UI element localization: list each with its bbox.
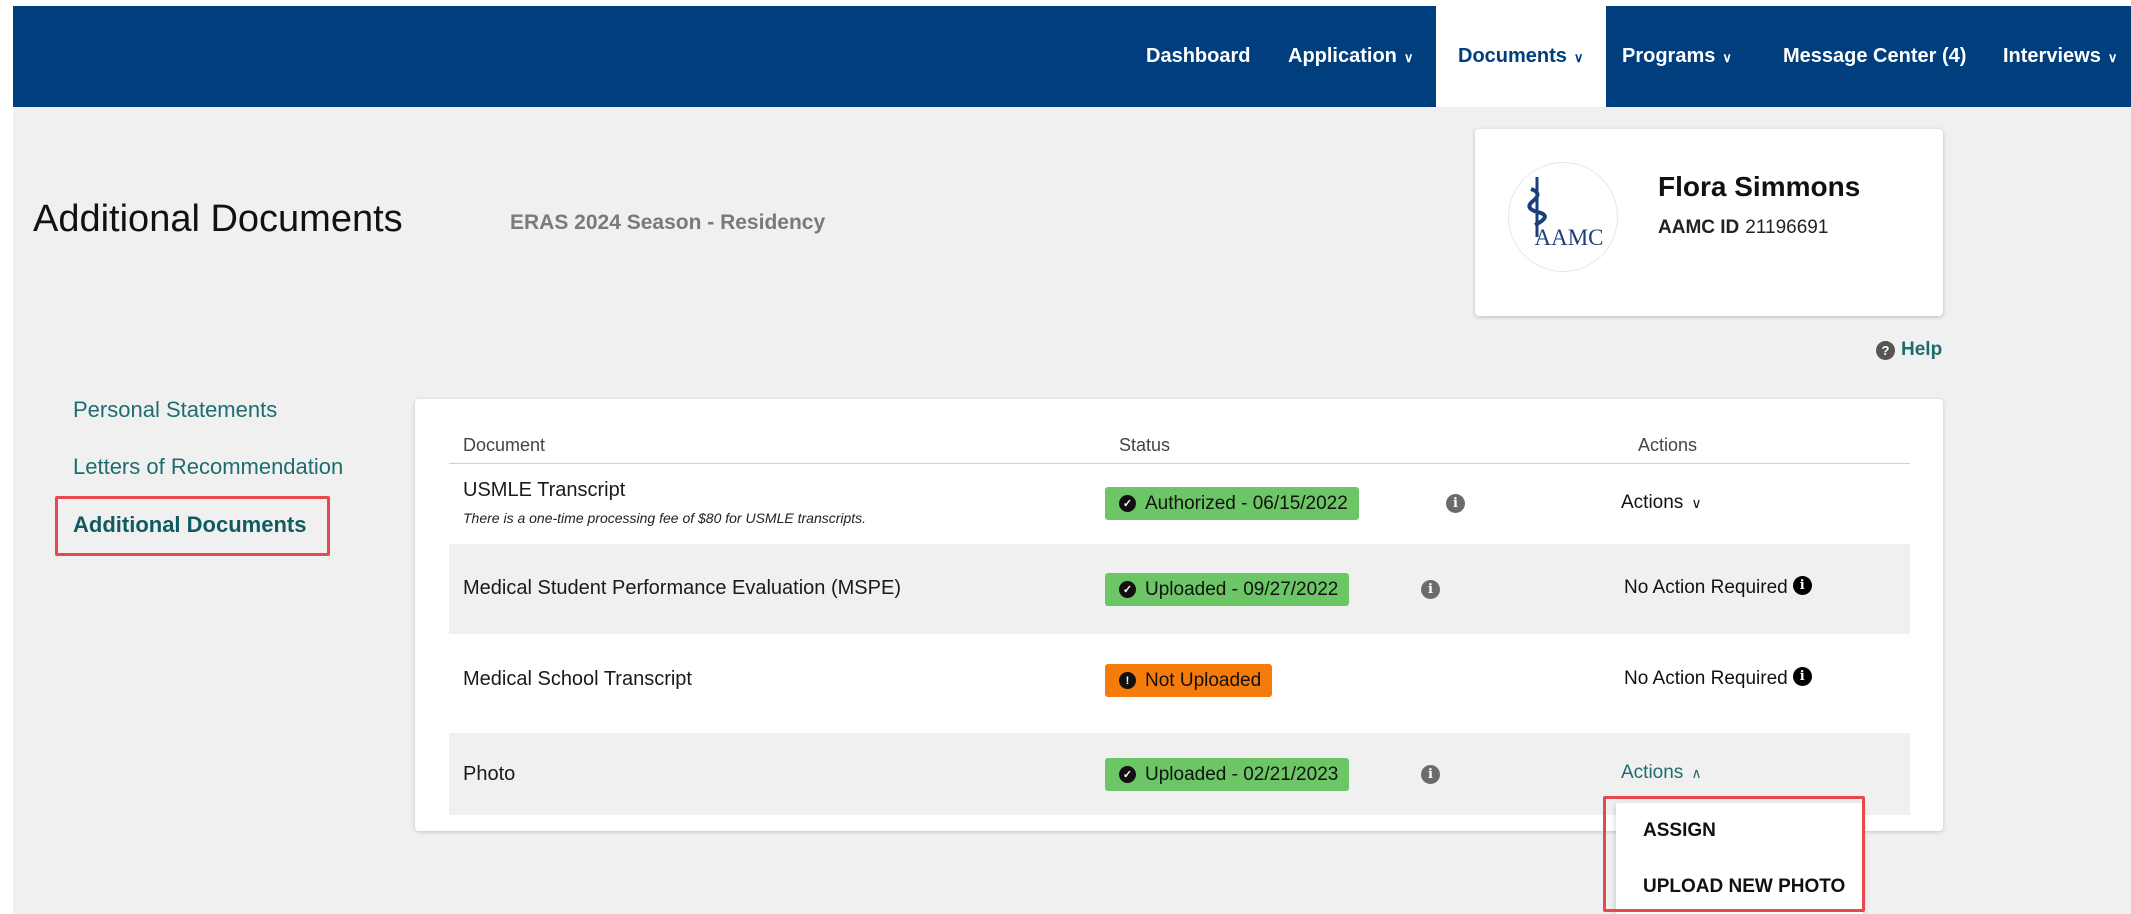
status-badge: ! Not Uploaded bbox=[1105, 664, 1273, 697]
profile-id-value: 21196691 bbox=[1745, 217, 1829, 238]
season-label: ERAS 2024 Season - Residency bbox=[510, 211, 826, 234]
chevron-down-icon: ∨ bbox=[1722, 49, 1732, 65]
status-badge: ✓ Uploaded - 02/21/2023 bbox=[1105, 758, 1350, 791]
document-name: Photo bbox=[463, 763, 516, 785]
action-label: No Action Required bbox=[1624, 577, 1788, 598]
column-header-status: Status bbox=[1119, 435, 1171, 455]
nav-programs[interactable]: Programs ∨ bbox=[1622, 6, 1732, 107]
info-circle-icon[interactable]: i bbox=[1446, 494, 1465, 513]
nav-documents[interactable]: Documents ∨ bbox=[1436, 6, 1606, 107]
nav-dashboard[interactable]: Dashboard bbox=[1146, 6, 1250, 107]
info-circle-icon[interactable]: i bbox=[1421, 765, 1440, 784]
no-action-required: No Action Required i bbox=[1624, 666, 1812, 690]
chevron-down-icon: ∨ bbox=[1691, 494, 1702, 511]
nav-documents-label: Documents bbox=[1458, 45, 1567, 67]
season-selector[interactable]: ERAS 2024 Season - Residency bbox=[510, 211, 825, 235]
svg-text:AAMC: AAMC bbox=[1534, 225, 1603, 250]
nav-interviews[interactable]: Interviews ∨ bbox=[2003, 6, 2117, 107]
profile-card: AAMC Flora Simmons AAMC ID 21196691 bbox=[1475, 129, 1943, 316]
no-action-required: No Action Required i bbox=[1624, 575, 1812, 599]
info-circle-icon[interactable]: i bbox=[1421, 580, 1440, 599]
sidebar-item-personal-statements[interactable]: Personal Statements bbox=[73, 397, 277, 423]
status-badge-label: Uploaded - 02/21/2023 bbox=[1145, 763, 1339, 785]
sidebar-item-letters-of-recommendation[interactable]: Letters of Recommendation bbox=[73, 454, 343, 480]
nav-interviews-label: Interviews bbox=[2003, 45, 2101, 67]
exclamation-circle-icon: ! bbox=[1119, 672, 1136, 689]
column-header-document: Document bbox=[463, 435, 546, 455]
aamc-logo: AAMC bbox=[1508, 162, 1618, 272]
status-badge: ✓ Authorized - 06/15/2022 bbox=[1105, 487, 1359, 520]
chevron-down-icon: ∨ bbox=[2107, 49, 2118, 65]
chevron-up-icon: ∧ bbox=[1691, 764, 1702, 781]
sidebar-item-label: Personal Statements bbox=[73, 397, 278, 422]
sidebar-item-label: Letters of Recommendation bbox=[73, 454, 344, 479]
table-row: Medical School Transcript ! Not Uploaded… bbox=[449, 634, 1910, 725]
status-badge-label: Uploaded - 09/27/2022 bbox=[1145, 578, 1339, 600]
profile-id: AAMC ID 21196691 bbox=[1658, 217, 1828, 239]
status-badge-label: Not Uploaded bbox=[1145, 669, 1262, 691]
nav-application[interactable]: Application ∨ bbox=[1288, 6, 1413, 107]
page-background: Dashboard Application ∨ Documents ∨ Prog… bbox=[13, 6, 2131, 914]
top-navigation-bar: Dashboard Application ∨ Documents ∨ Prog… bbox=[13, 6, 2131, 107]
chevron-down-icon: ∨ bbox=[1573, 49, 1584, 65]
page-title: Additional Documents bbox=[33, 198, 403, 240]
nav-message-center-label: Message Center (4) bbox=[1783, 45, 1967, 67]
document-name: Medical Student Performance Evaluation (… bbox=[463, 577, 901, 599]
document-name: Medical School Transcript bbox=[463, 668, 692, 690]
document-name: USMLE Transcript bbox=[463, 479, 626, 501]
table-row: Medical Student Performance Evaluation (… bbox=[449, 544, 1910, 634]
actions-dropdown-toggle[interactable]: Actions ∨ bbox=[1621, 492, 1702, 514]
highlight-box bbox=[1603, 796, 1865, 912]
profile-id-label: AAMC ID bbox=[1658, 217, 1740, 238]
actions-dropdown-toggle[interactable]: Actions ∧ bbox=[1621, 762, 1702, 784]
nav-application-label: Application bbox=[1288, 45, 1397, 67]
nav-dashboard-label: Dashboard bbox=[1146, 45, 1251, 67]
actions-label: Actions bbox=[1621, 492, 1684, 513]
check-circle-icon: ✓ bbox=[1119, 495, 1136, 512]
nav-message-center[interactable]: Message Center (4) bbox=[1783, 6, 1966, 107]
check-circle-icon: ✓ bbox=[1119, 766, 1136, 783]
status-badge-label: Authorized - 06/15/2022 bbox=[1145, 492, 1348, 514]
help-link[interactable]: ? Help bbox=[1876, 339, 1942, 361]
column-header-actions: Actions bbox=[1638, 435, 1698, 455]
question-circle-icon: ? bbox=[1876, 340, 1895, 360]
check-circle-icon: ✓ bbox=[1119, 581, 1136, 598]
chevron-down-icon: ∨ bbox=[1403, 49, 1414, 65]
help-label: Help bbox=[1901, 339, 1943, 360]
status-badge: ✓ Uploaded - 09/27/2022 bbox=[1105, 573, 1350, 606]
documents-table: Document Status Actions USMLE Transcript… bbox=[415, 399, 1943, 831]
actions-label: Actions bbox=[1621, 762, 1684, 783]
info-circle-icon[interactable]: i bbox=[1792, 666, 1812, 686]
nav-programs-label: Programs bbox=[1622, 45, 1716, 67]
info-circle-icon[interactable]: i bbox=[1792, 575, 1812, 595]
document-note: There is a one-time processing fee of $8… bbox=[463, 510, 867, 526]
highlight-box bbox=[55, 496, 330, 556]
action-label: No Action Required bbox=[1624, 668, 1788, 689]
profile-name: Flora Simmons bbox=[1658, 171, 1861, 202]
table-row: USMLE Transcript There is a one-time pro… bbox=[449, 464, 1910, 544]
